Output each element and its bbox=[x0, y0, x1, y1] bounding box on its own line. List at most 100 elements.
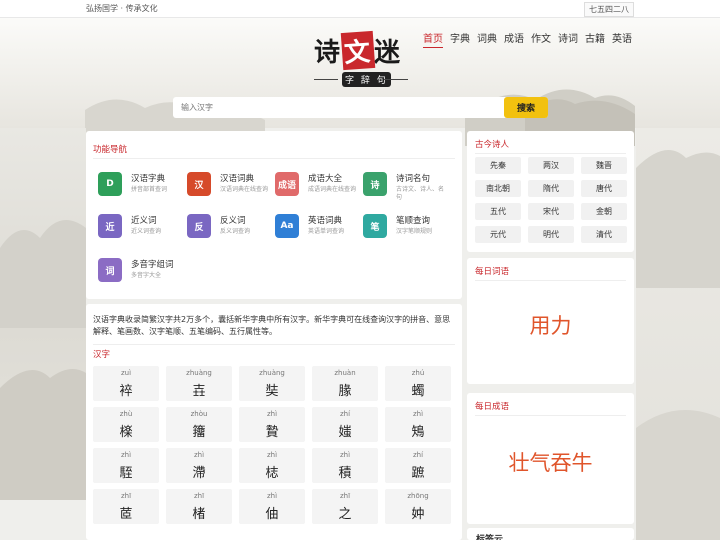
char-cell[interactable]: zhí 媸 bbox=[312, 407, 378, 442]
poets-title: 古今诗人 bbox=[475, 140, 510, 150]
char-pinyin: zhī bbox=[193, 492, 205, 500]
function-desc: 反义词查询 bbox=[220, 228, 251, 235]
char-pinyin: zhí bbox=[339, 410, 351, 418]
function-title: 英语词典 bbox=[308, 216, 343, 226]
function-item-0[interactable]: D 汉语字典 拼音部首查词 bbox=[98, 171, 178, 201]
function-item-1[interactable]: 汉汉语词典 汉语词典在线查询 bbox=[187, 171, 269, 201]
function-desc: 近义词查询 bbox=[131, 228, 162, 235]
daily-idiom-title: 每日成语 bbox=[475, 402, 510, 412]
nav-item-2[interactable]: 词典 bbox=[477, 30, 497, 48]
function-desc: 成语词典在线查询 bbox=[308, 186, 357, 193]
char-cell[interactable]: zhù 檪 bbox=[93, 407, 159, 442]
function-item-2[interactable]: 成语 成语大全 成语词典在线查询 bbox=[275, 171, 357, 201]
era-button-7[interactable]: 宋代 bbox=[528, 203, 574, 220]
char-hanzi: 鴙 bbox=[411, 425, 425, 440]
function-desc: 拼音部首查词 bbox=[131, 186, 168, 193]
function-item-3[interactable]: 诗诗词名句 古诗文、诗人、名句 bbox=[363, 171, 444, 201]
function-icon: 近 bbox=[98, 214, 122, 238]
char-pinyin: zhī bbox=[339, 492, 351, 500]
char-pinyin: zhuàng bbox=[186, 369, 212, 377]
function-icon: 词 bbox=[98, 258, 122, 282]
char-hanzi: 駤 bbox=[119, 466, 133, 481]
char-cell[interactable]: zhì 駤 bbox=[93, 448, 159, 483]
char-cell[interactable]: zhuàng 壵 bbox=[166, 366, 232, 401]
nav-item-4[interactable]: 作文 bbox=[531, 30, 551, 48]
era-button-6[interactable]: 五代 bbox=[475, 203, 521, 220]
nav-item-6[interactable]: 古籍 bbox=[585, 30, 605, 48]
search-button[interactable]: 搜索 bbox=[504, 97, 548, 118]
era-button-10[interactable]: 明代 bbox=[528, 226, 574, 243]
char-hanzi: 積 bbox=[338, 466, 352, 481]
characters-title: 汉字 bbox=[93, 350, 111, 360]
function-item-5[interactable]: 反反义词 反义词查询 bbox=[187, 213, 267, 243]
char-pinyin: zhì bbox=[266, 410, 278, 418]
nav-item-3[interactable]: 成语 bbox=[504, 30, 524, 48]
era-button-9[interactable]: 元代 bbox=[475, 226, 521, 243]
char-pinyin: zhòu bbox=[190, 410, 208, 418]
era-button-0[interactable]: 先秦 bbox=[475, 157, 521, 174]
char-pinyin: zhú bbox=[411, 369, 425, 377]
char-cell[interactable]: zhì 鴙 bbox=[385, 407, 451, 442]
daily-word[interactable]: 用力 bbox=[467, 310, 634, 340]
char-cell[interactable]: zhì 滯 bbox=[166, 448, 232, 483]
top-bar: 弘扬国学 · 传承文化 七五四二八 bbox=[0, 0, 720, 18]
char-cell[interactable]: zhì 伷 bbox=[239, 489, 305, 524]
char-cell[interactable]: zhī 茝 bbox=[93, 489, 159, 524]
nav-item-5[interactable]: 诗词 bbox=[558, 30, 578, 48]
function-item-8[interactable]: 词多音字组词 多音字大全 bbox=[98, 257, 178, 287]
function-nav-title: 功能导航 bbox=[93, 145, 128, 155]
function-desc: 英语单词查询 bbox=[308, 228, 345, 235]
function-icon: 反 bbox=[187, 214, 211, 238]
era-button-1[interactable]: 两汉 bbox=[528, 157, 574, 174]
char-cell[interactable]: zhú 蠋 bbox=[385, 366, 451, 401]
char-pinyin: zhù bbox=[119, 410, 133, 418]
char-cell[interactable]: zhí 蹠 bbox=[385, 448, 451, 483]
era-button-11[interactable]: 清代 bbox=[581, 226, 627, 243]
era-button-5[interactable]: 唐代 bbox=[581, 180, 627, 197]
char-pinyin: zhì bbox=[120, 451, 132, 459]
char-pinyin: zhì bbox=[412, 410, 424, 418]
nav-item-1[interactable]: 字典 bbox=[450, 30, 470, 48]
char-hanzi: 滯 bbox=[192, 466, 206, 481]
function-icon: 汉 bbox=[187, 172, 211, 196]
era-button-3[interactable]: 南北朝 bbox=[475, 180, 521, 197]
nav-item-0[interactable]: 首页 bbox=[423, 30, 443, 48]
char-cell[interactable]: zhì 梽 bbox=[239, 448, 305, 483]
era-button-8[interactable]: 金朝 bbox=[581, 203, 627, 220]
char-hanzi: 蠋 bbox=[411, 384, 425, 399]
char-cell[interactable]: zhòu 籒 bbox=[166, 407, 232, 442]
era-button-4[interactable]: 隋代 bbox=[528, 180, 574, 197]
char-cell[interactable]: zhuàng 奘 bbox=[239, 366, 305, 401]
char-hanzi: 妕 bbox=[411, 507, 425, 522]
search-input[interactable] bbox=[181, 100, 501, 115]
char-cell[interactable]: zhì 贄 bbox=[239, 407, 305, 442]
function-item-4[interactable]: 近近义词 近义词查询 bbox=[98, 213, 178, 243]
char-pinyin: zuì bbox=[120, 369, 132, 377]
char-cell[interactable]: zuì 䘹 bbox=[93, 366, 159, 401]
function-desc: 汉语词典在线查询 bbox=[220, 186, 269, 193]
char-pinyin: zhì bbox=[193, 451, 205, 459]
function-item-7[interactable]: 笔笔顺查询 汉字笔顺规则 bbox=[363, 213, 443, 243]
function-icon: 笔 bbox=[363, 214, 387, 238]
char-pinyin: zhì bbox=[339, 451, 351, 459]
char-hanzi: 伷 bbox=[265, 507, 279, 522]
char-cell[interactable]: zhī 之 bbox=[312, 489, 378, 524]
char-cell[interactable]: zhì 積 bbox=[312, 448, 378, 483]
dictionary-intro: 汉语字典收录简繁汉字共2万多个，囊括新华字典中所有汉字。新华字典可在线查询汉字的… bbox=[93, 315, 451, 336]
daily-idiom[interactable]: 壮气吞牛 bbox=[467, 447, 634, 477]
right-landscape-art bbox=[636, 128, 720, 540]
function-icon: Aa bbox=[275, 214, 299, 238]
char-cell[interactable]: zhī 楮 bbox=[166, 489, 232, 524]
char-cell[interactable]: zhuàn 腞 bbox=[312, 366, 378, 401]
site-logo[interactable]: 诗文迷 字 辞 句 bbox=[310, 30, 410, 98]
char-hanzi: 檪 bbox=[119, 425, 133, 440]
char-hanzi: 茝 bbox=[119, 507, 133, 522]
char-cell[interactable]: zhōng 妕 bbox=[385, 489, 451, 524]
daily-word-panel: 每日词语 用力 bbox=[467, 258, 634, 384]
era-button-2[interactable]: 魏晋 bbox=[581, 157, 627, 174]
char-hanzi: 蹠 bbox=[411, 466, 425, 481]
function-item-6[interactable]: Aa 英语词典英语单词查询 bbox=[275, 213, 355, 243]
poets-panel: 古今诗人 先秦 两汉 魏晋南北朝 隋代 唐代五代 宋代 金朝元代 明代 清代 bbox=[467, 131, 634, 252]
char-hanzi: 䘹 bbox=[119, 384, 133, 399]
nav-item-7[interactable]: 英语 bbox=[612, 30, 632, 48]
